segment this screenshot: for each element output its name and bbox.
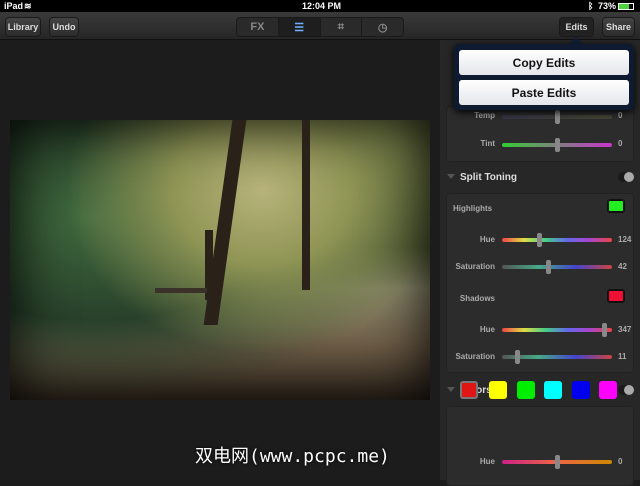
colors-toggle[interactable] [618, 385, 634, 395]
highlights-hue-slider[interactable] [502, 233, 612, 247]
tab-history[interactable]: ◷ [362, 18, 403, 36]
colors-box: Hue 0 [446, 406, 634, 486]
disclosure-triangle-icon [447, 174, 455, 179]
paste-edits-button[interactable]: Paste Edits [459, 80, 629, 105]
shadows-color-swatch[interactable] [607, 289, 625, 303]
tint-value: 0 [618, 139, 623, 148]
edits-button[interactable]: Edits [559, 17, 594, 37]
status-bar: iPad ≋ 12:04 PM ᛒ 73% [0, 0, 640, 12]
highlights-color-swatch[interactable] [607, 199, 625, 213]
sliders-icon: ☰ [294, 21, 305, 34]
sh-hue-label: Hue [479, 325, 495, 334]
toolbar: Library Undo FX ☰ ⌗ ◷ Edits Share [0, 12, 640, 40]
sh-sat-value: 11 [618, 352, 627, 361]
sh-hue-value: 347 [618, 325, 632, 334]
shadows-saturation-slider[interactable] [502, 350, 612, 364]
tab-crop[interactable]: ⌗ [321, 18, 363, 36]
wifi-icon: ≋ [24, 1, 32, 11]
tab-adjust[interactable]: ☰ [278, 18, 321, 36]
hl-sat-label: Saturation [455, 262, 495, 271]
disclosure-triangle-icon [447, 387, 455, 392]
section-title: Split Toning [460, 172, 518, 183]
battery-icon [618, 3, 634, 10]
photo-canvas[interactable] [10, 120, 430, 400]
watermark: 双电网(www.pcpc.me) [195, 446, 390, 467]
split-toning-toggle[interactable] [618, 172, 634, 182]
mode-tabs: FX ☰ ⌗ ◷ [236, 17, 404, 37]
colors-hue-value: 0 [618, 457, 623, 466]
color-swatch-red[interactable] [460, 381, 478, 399]
sh-sat-label: Saturation [455, 352, 495, 361]
white-balance-box: Temp 0 Tint 0 [446, 106, 634, 162]
shadows-label: Shadows [459, 294, 495, 303]
share-button[interactable]: Share [602, 17, 635, 37]
colors-hue-label: Hue [479, 457, 495, 466]
undo-button[interactable]: Undo [49, 17, 79, 37]
color-swatch-cyan[interactable] [544, 381, 562, 399]
device-label: iPad [4, 1, 24, 11]
temp-label: Temp [474, 111, 495, 120]
temp-slider[interactable] [502, 110, 612, 124]
split-toning-box: Highlights Hue 124 Saturation 42 Shadows… [446, 193, 634, 373]
tab-fx[interactable]: FX [237, 18, 279, 36]
highlights-label: Highlights [453, 204, 493, 213]
tint-slider[interactable] [502, 138, 612, 152]
colors-hue-slider[interactable] [502, 455, 612, 469]
shadows-hue-slider[interactable] [502, 323, 612, 337]
library-button[interactable]: Library [5, 17, 41, 37]
temp-value: 0 [618, 111, 623, 120]
clock-time: 12:04 PM [302, 1, 342, 11]
highlights-saturation-slider[interactable] [502, 260, 612, 274]
color-swatch-green[interactable] [517, 381, 535, 399]
hl-hue-label: Hue [479, 235, 495, 244]
copy-edits-button[interactable]: Copy Edits [459, 50, 629, 75]
edits-popover: Copy Edits Paste Edits [454, 37, 634, 110]
color-swatch-magenta[interactable] [599, 381, 617, 399]
clock-icon: ◷ [377, 21, 388, 34]
split-toning-header[interactable]: Split Toning [440, 167, 640, 189]
crop-icon: ⌗ [337, 20, 344, 33]
color-swatch-blue[interactable] [572, 381, 590, 399]
hl-sat-value: 42 [618, 262, 627, 271]
bluetooth-icon: ᛒ [588, 1, 594, 11]
tint-label: Tint [480, 139, 495, 148]
color-swatch-yellow[interactable] [489, 381, 507, 399]
battery-percent: 73% [598, 1, 617, 11]
hl-hue-value: 124 [618, 235, 632, 244]
